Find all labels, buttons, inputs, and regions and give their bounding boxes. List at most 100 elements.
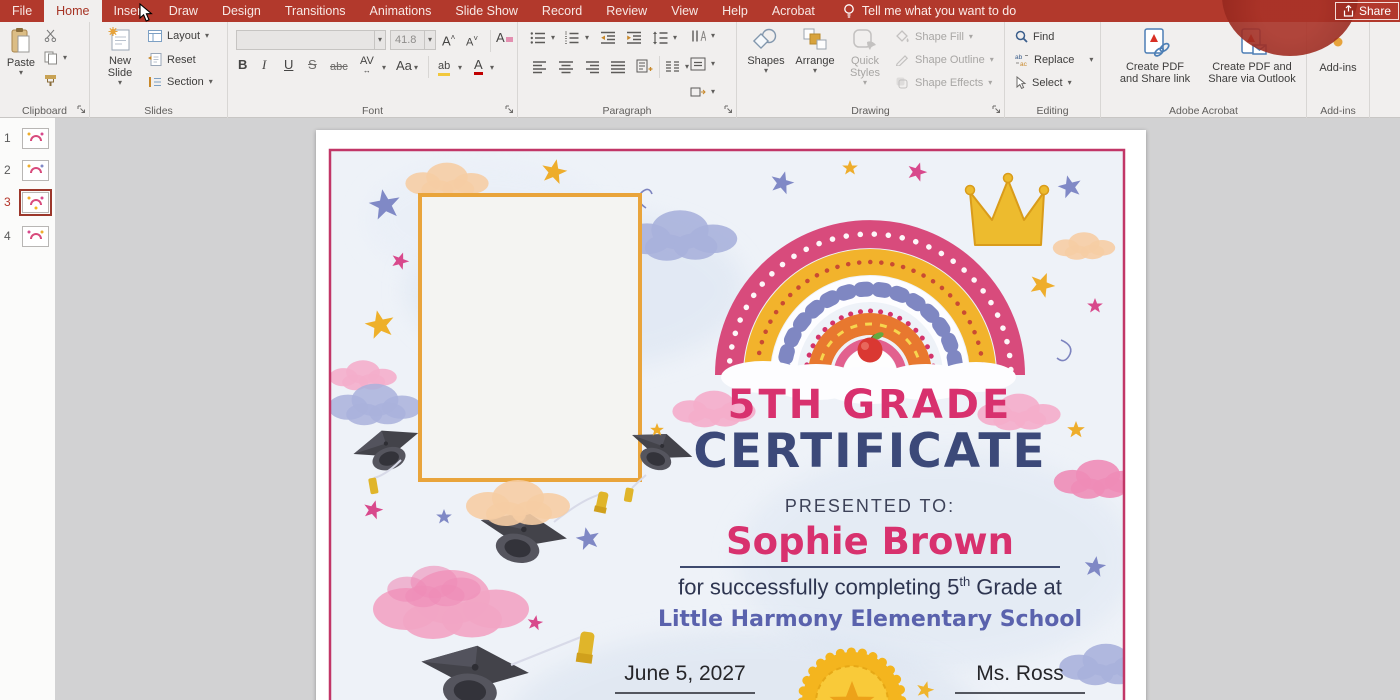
convert-smartart-button[interactable]: ▾ bbox=[690, 85, 715, 99]
select-button[interactable]: Select▾ bbox=[1015, 76, 1072, 89]
presented-to-label[interactable]: PRESENTED TO: bbox=[610, 496, 1130, 517]
decrease-indent-button[interactable] bbox=[600, 31, 616, 45]
drawing-group-label: Drawing bbox=[737, 105, 1004, 117]
align-left-button[interactable] bbox=[532, 60, 548, 75]
slide-thumb-image bbox=[22, 226, 49, 247]
shrink-font-button[interactable]: A˅ bbox=[466, 32, 478, 50]
reset-label: Reset bbox=[167, 54, 196, 66]
find-label: Find bbox=[1033, 31, 1054, 43]
certificate-title-line1[interactable]: 5TH GRADE bbox=[610, 382, 1130, 428]
school-name[interactable]: Little Harmony Elementary School bbox=[610, 607, 1130, 632]
grow-font-button[interactable]: A˄ bbox=[442, 31, 455, 48]
certificate-title-line2[interactable]: CERTIFICATE bbox=[610, 424, 1130, 479]
increase-indent-button[interactable] bbox=[626, 31, 642, 45]
drawing-dialog-launcher-icon[interactable] bbox=[992, 105, 1001, 114]
columns-button[interactable]: ▾ bbox=[665, 60, 689, 74]
clear-formatting-label: A bbox=[496, 30, 505, 45]
shape-effects-button[interactable]: Shape Effects▾ bbox=[895, 76, 992, 89]
tab-record[interactable]: Record bbox=[530, 0, 594, 22]
double-strike-button[interactable]: abc bbox=[330, 60, 348, 74]
clear-formatting-button[interactable]: A bbox=[496, 31, 513, 45]
clipboard-dialog-launcher-icon[interactable] bbox=[77, 105, 86, 114]
replace-button[interactable]: abac Replace▾ bbox=[1015, 53, 1093, 66]
tab-animations[interactable]: Animations bbox=[358, 0, 444, 22]
cut-icon bbox=[44, 29, 57, 42]
recipient-name[interactable]: Sophie Brown bbox=[610, 520, 1130, 563]
select-icon bbox=[1015, 76, 1027, 89]
font-color-button[interactable]: A bbox=[474, 58, 483, 75]
justify-button[interactable] bbox=[610, 60, 626, 75]
tab-transitions[interactable]: Transitions bbox=[273, 0, 358, 22]
create-pdf-share-link-button[interactable]: Create PDF and Share link bbox=[1109, 28, 1201, 85]
slide-number: 1 bbox=[4, 131, 11, 145]
font-dialog-launcher-icon[interactable] bbox=[505, 105, 514, 114]
underline-button[interactable]: U bbox=[284, 58, 293, 72]
share-button[interactable]: Share bbox=[1335, 2, 1399, 20]
numbering-button[interactable]: ▾ bbox=[564, 31, 589, 45]
addins-group-label: Add-ins bbox=[1307, 105, 1369, 117]
shape-outline-caret-icon: ▾ bbox=[990, 56, 994, 64]
slide-canvas[interactable]: 5TH GRADE CERTIFICATE PRESENTED TO: Soph… bbox=[316, 130, 1146, 700]
tab-draw[interactable]: Draw bbox=[157, 0, 210, 22]
slide-thumbnail-3-selected[interactable]: 3 bbox=[0, 190, 55, 218]
bullets-button[interactable]: ▾ bbox=[530, 31, 555, 45]
character-spacing-button[interactable]: AV↔ bbox=[360, 57, 374, 75]
font-group: ▾ 41.8 ▾ A˄ A˅ A B I U S abc AV↔ ▾ Aa ▾ … bbox=[228, 22, 518, 118]
tab-home[interactable]: Home bbox=[44, 0, 101, 22]
find-button[interactable]: Find bbox=[1015, 30, 1054, 43]
slide-thumbnail-4[interactable]: 4 bbox=[0, 224, 55, 252]
powerpoint-window: File Home Insert Draw Design Transitions… bbox=[0, 0, 1400, 700]
add-remove-columns-button[interactable] bbox=[636, 59, 653, 74]
date-field[interactable]: June 5, 2027 bbox=[615, 662, 755, 694]
font-name-combo[interactable]: ▾ bbox=[236, 30, 386, 50]
reset-icon bbox=[148, 53, 162, 66]
italic-button[interactable]: I bbox=[262, 58, 266, 72]
layout-button[interactable]: Layout▾ bbox=[148, 30, 209, 42]
layout-icon bbox=[148, 30, 162, 42]
align-text-button[interactable]: ▾ bbox=[690, 57, 715, 71]
tab-design[interactable]: Design bbox=[210, 0, 273, 22]
font-size-caret-icon: ▾ bbox=[424, 31, 435, 49]
shape-outline-label: Shape Outline bbox=[915, 54, 985, 66]
tab-file[interactable]: File bbox=[0, 0, 44, 22]
paste-button[interactable]: Paste ▾ bbox=[2, 27, 40, 77]
arrange-button[interactable]: Arrange ▾ bbox=[791, 28, 839, 75]
copy-button[interactable]: ▾ bbox=[44, 51, 67, 65]
strikethrough-button[interactable]: S bbox=[308, 58, 317, 72]
certificate-body-line[interactable]: for successfully completing 5th Grade at bbox=[610, 574, 1130, 600]
shape-fill-label: Shape Fill bbox=[915, 31, 964, 43]
tab-acrobat[interactable]: Acrobat bbox=[760, 0, 827, 22]
tab-view[interactable]: View bbox=[659, 0, 710, 22]
section-button[interactable]: Section▾ bbox=[148, 76, 213, 88]
align-right-button[interactable] bbox=[584, 60, 600, 75]
tell-me-box[interactable]: Tell me what you want to do bbox=[843, 0, 1016, 22]
tab-slide-show[interactable]: Slide Show bbox=[443, 0, 530, 22]
change-case-button[interactable]: Aa bbox=[396, 59, 412, 73]
quick-styles-button[interactable]: Quick Styles ▾ bbox=[841, 28, 889, 87]
slide-thumbnail-2[interactable]: 2 bbox=[0, 158, 55, 186]
shape-outline-button[interactable]: Shape Outline ▾ bbox=[895, 53, 994, 66]
align-center-button[interactable] bbox=[558, 60, 574, 75]
line-spacing-button[interactable]: ▾ bbox=[652, 31, 677, 45]
text-direction-button[interactable]: ▾ bbox=[690, 29, 715, 43]
bullets-icon bbox=[530, 31, 546, 45]
replace-icon: abac bbox=[1015, 53, 1029, 66]
bold-button[interactable]: B bbox=[238, 58, 247, 72]
quick-styles-caret-icon: ▾ bbox=[863, 79, 867, 87]
format-painter-button[interactable] bbox=[44, 74, 57, 87]
tab-help[interactable]: Help bbox=[710, 0, 760, 22]
slide-thumbnail-1[interactable]: 1 bbox=[0, 126, 55, 154]
font-size-combo[interactable]: 41.8 ▾ bbox=[390, 30, 436, 50]
paragraph-dialog-launcher-icon[interactable] bbox=[724, 105, 733, 114]
shape-fill-button[interactable]: Shape Fill▾ bbox=[895, 30, 973, 43]
tab-review[interactable]: Review bbox=[594, 0, 659, 22]
highlight-color-button[interactable]: ab bbox=[438, 59, 450, 76]
cut-button[interactable] bbox=[44, 29, 57, 42]
tell-me-label: Tell me what you want to do bbox=[862, 4, 1016, 18]
reset-button[interactable]: Reset bbox=[148, 53, 196, 66]
shapes-button[interactable]: Shapes ▾ bbox=[743, 28, 789, 75]
new-slide-button[interactable]: New Slide ▾ bbox=[96, 27, 144, 87]
shapes-caret-icon: ▾ bbox=[764, 67, 768, 75]
create-pdf-link-label-2: and Share link bbox=[1120, 73, 1190, 85]
signature-field[interactable]: Ms. Ross bbox=[955, 662, 1085, 694]
